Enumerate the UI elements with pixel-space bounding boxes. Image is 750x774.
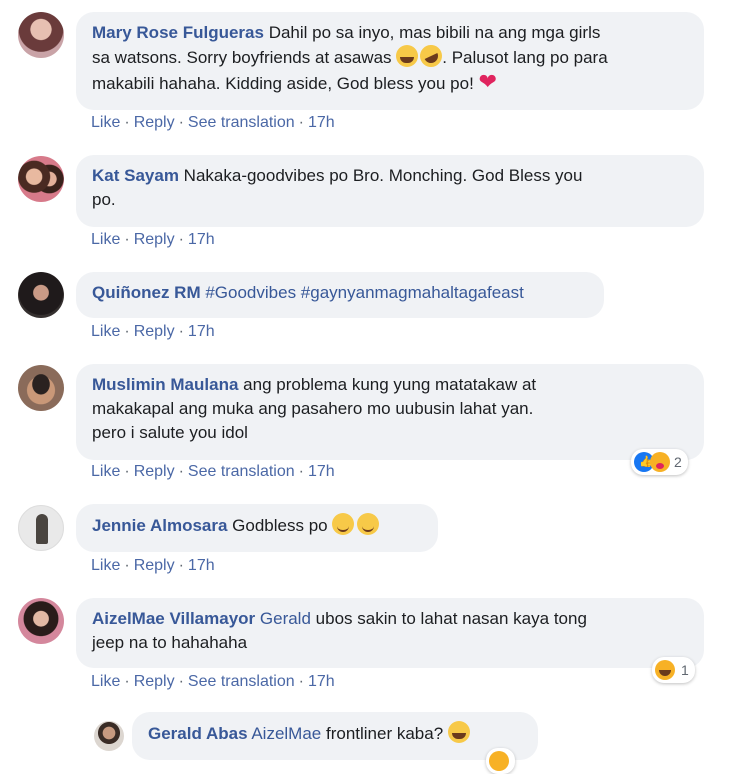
haha-reaction-icon	[489, 751, 509, 771]
see-translation-link[interactable]: See translation	[188, 114, 295, 131]
reply-link[interactable]: Reply	[134, 114, 175, 131]
comment-bubble: Jennie Almosara Godbless po	[76, 504, 438, 552]
mention-link[interactable]: AizelMae	[251, 724, 321, 743]
comment-actions: Like · Reply · 17h	[91, 557, 215, 574]
see-translation-link[interactable]: See translation	[188, 673, 295, 690]
reaction-summary[interactable]	[486, 748, 515, 774]
avatar[interactable]	[18, 156, 64, 202]
avatar[interactable]	[18, 505, 64, 551]
reaction-summary[interactable]: 1	[652, 657, 695, 683]
grinning-sweat-emoji	[396, 45, 419, 67]
comment-text: ubos sakin to lahat nasan kaya tong	[315, 609, 587, 628]
comment-author[interactable]: AizelMae Villamayor	[92, 609, 255, 628]
comment-text: makakapal ang muka ang pasahero mo uubus…	[92, 399, 534, 418]
like-link[interactable]: Like	[91, 673, 120, 690]
timestamp[interactable]: 17h	[188, 323, 215, 340]
comment-bubble: Mary Rose Fulgueras Dahil po sa inyo, ma…	[76, 12, 704, 110]
timestamp[interactable]: 17h	[188, 557, 215, 574]
reply-link[interactable]: Reply	[134, 231, 175, 248]
care-reaction-icon	[650, 452, 670, 472]
like-link[interactable]: Like	[91, 557, 120, 574]
comment-text: Nakaka-goodvibes po Bro. Monching. God B…	[183, 166, 583, 185]
see-translation-link[interactable]: See translation	[188, 463, 295, 480]
like-link[interactable]: Like	[91, 114, 120, 131]
comment-author[interactable]: Muslimin Maulana	[92, 375, 238, 394]
comment-bubble: Quiñonez RM #Goodvibes #gaynyanmagmahalt…	[76, 272, 604, 318]
comment-text: po.	[92, 190, 116, 209]
comment-author[interactable]: Quiñonez RM	[92, 283, 201, 302]
timestamp[interactable]: 17h	[308, 114, 335, 131]
reaction-count: 1	[681, 662, 689, 678]
timestamp[interactable]: 17h	[308, 673, 335, 690]
reply-link[interactable]: Reply	[134, 323, 175, 340]
comment-actions: Like · Reply · 17h	[91, 231, 215, 248]
avatar[interactable]	[94, 721, 124, 751]
reaction-summary[interactable]: 👍 2	[631, 449, 688, 475]
grinning-sweat-emoji	[447, 721, 470, 743]
reply-bubble: Gerald Abas AizelMae frontliner kaba?	[132, 712, 538, 760]
heart-icon: ❤	[478, 69, 497, 94]
comment-author[interactable]: Kat Sayam	[92, 166, 179, 185]
comment-text: Dahil po sa inyo, mas bibili na ang mga …	[268, 23, 601, 42]
like-link[interactable]: Like	[91, 323, 120, 340]
reaction-count: 2	[674, 454, 682, 470]
comment-text: jeep na to hahahaha	[92, 633, 248, 652]
smiling-emoji	[332, 513, 355, 535]
like-link[interactable]: Like	[91, 463, 120, 480]
comment-author[interactable]: Jennie Almosara	[92, 516, 227, 535]
reply-link[interactable]: Reply	[134, 557, 175, 574]
comment-actions: Like · Reply · See translation · 17h	[91, 463, 335, 480]
comment-author[interactable]: Mary Rose Fulgueras	[92, 23, 264, 42]
timestamp[interactable]: 17h	[188, 231, 215, 248]
like-link[interactable]: Like	[91, 231, 120, 248]
avatar[interactable]	[18, 272, 64, 318]
reply-author[interactable]: Gerald Abas	[148, 724, 248, 743]
reply-link[interactable]: Reply	[134, 673, 175, 690]
comment-bubble: Kat Sayam Nakaka-goodvibes po Bro. Monch…	[76, 155, 704, 227]
reply-link[interactable]: Reply	[134, 463, 175, 480]
comment-text: makabili hahaha. Kidding aside, God bles…	[92, 74, 474, 93]
comment-text: Godbless po	[232, 516, 328, 535]
hashtag-text[interactable]: #Goodvibes #gaynyanmagmahaltagafeast	[205, 283, 524, 302]
reply-text: frontliner kaba?	[325, 724, 444, 743]
comment-text: . Palusot lang po para	[442, 48, 608, 67]
comment-text: pero i salute you idol	[92, 423, 248, 442]
smiling-emoji	[357, 513, 380, 535]
avatar[interactable]	[18, 365, 64, 411]
comment-actions: Like · Reply · See translation · 17h	[91, 673, 335, 690]
avatar[interactable]	[18, 598, 64, 644]
comment-bubble: Muslimin Maulana ang problema kung yung …	[76, 364, 704, 460]
comment-actions: Like · Reply · 17h	[91, 323, 215, 340]
haha-reaction-icon	[655, 660, 675, 680]
comment-text: sa watsons. Sorry boyfriends at asawas	[92, 48, 392, 67]
comment-text: ang problema kung yung matatakaw at	[243, 375, 537, 394]
comment-actions: Like · Reply · See translation · 17h	[91, 114, 335, 131]
mention-link[interactable]: Gerald	[260, 609, 311, 628]
comment-bubble: AizelMae Villamayor Gerald ubos sakin to…	[76, 598, 704, 668]
avatar[interactable]	[18, 12, 64, 58]
timestamp[interactable]: 17h	[308, 463, 335, 480]
